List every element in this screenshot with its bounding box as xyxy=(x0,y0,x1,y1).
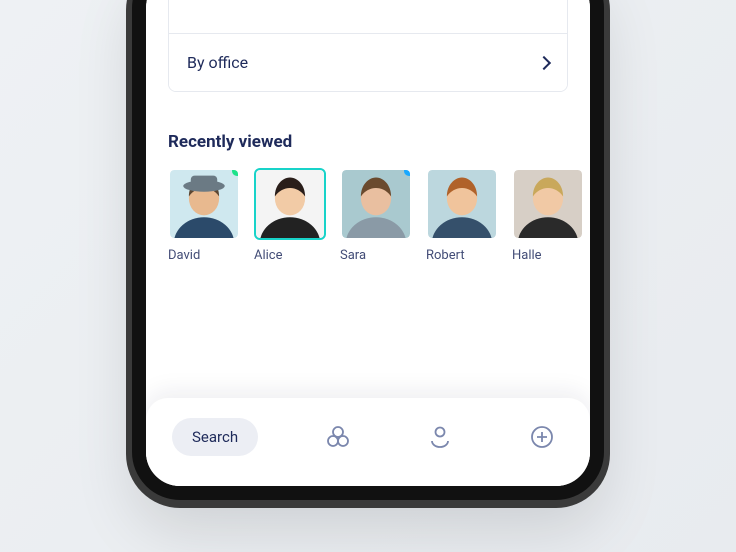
screen: By office Recently viewed David Alice xyxy=(146,0,590,486)
filter-label: By office xyxy=(187,53,248,72)
tab-groups[interactable] xyxy=(316,415,360,459)
person-card[interactable]: Robert xyxy=(426,168,498,263)
person-name: Sara xyxy=(340,248,412,263)
avatar-image xyxy=(428,170,496,238)
tab-add[interactable] xyxy=(520,415,564,459)
person-card[interactable]: Sara xyxy=(340,168,412,263)
avatar-image xyxy=(514,170,582,238)
avatar-image xyxy=(170,170,238,238)
avatar xyxy=(426,168,498,240)
person-card[interactable]: Halle xyxy=(512,168,584,263)
chevron-right-icon xyxy=(537,55,551,69)
status-dot xyxy=(232,168,240,176)
tab-bar: Search xyxy=(146,398,590,486)
profile-icon xyxy=(426,423,454,451)
avatar xyxy=(168,168,240,240)
filter-row-blank[interactable] xyxy=(169,0,567,33)
filter-card: By office xyxy=(168,0,568,92)
status-dot xyxy=(404,168,412,176)
avatar xyxy=(512,168,584,240)
tab-search[interactable]: Search xyxy=(172,418,258,456)
avatar-image xyxy=(256,170,324,238)
filter-row-by-office[interactable]: By office xyxy=(169,33,567,91)
person-name: Robert xyxy=(426,248,498,263)
plus-circle-icon xyxy=(528,423,556,451)
section-title-recently-viewed: Recently viewed xyxy=(168,132,568,152)
person-name: Halle xyxy=(512,248,584,263)
tab-search-label: Search xyxy=(192,428,238,446)
person-name: Alice xyxy=(254,248,326,263)
person-card[interactable]: David xyxy=(168,168,240,263)
person-name: David xyxy=(168,248,240,263)
avatar-image xyxy=(342,170,410,238)
recently-viewed-list[interactable]: David Alice Sara Robert xyxy=(146,168,590,263)
tab-profile[interactable] xyxy=(418,415,462,459)
avatar xyxy=(340,168,412,240)
groups-icon xyxy=(324,423,352,451)
avatar xyxy=(254,168,326,240)
person-card[interactable]: Alice xyxy=(254,168,326,263)
